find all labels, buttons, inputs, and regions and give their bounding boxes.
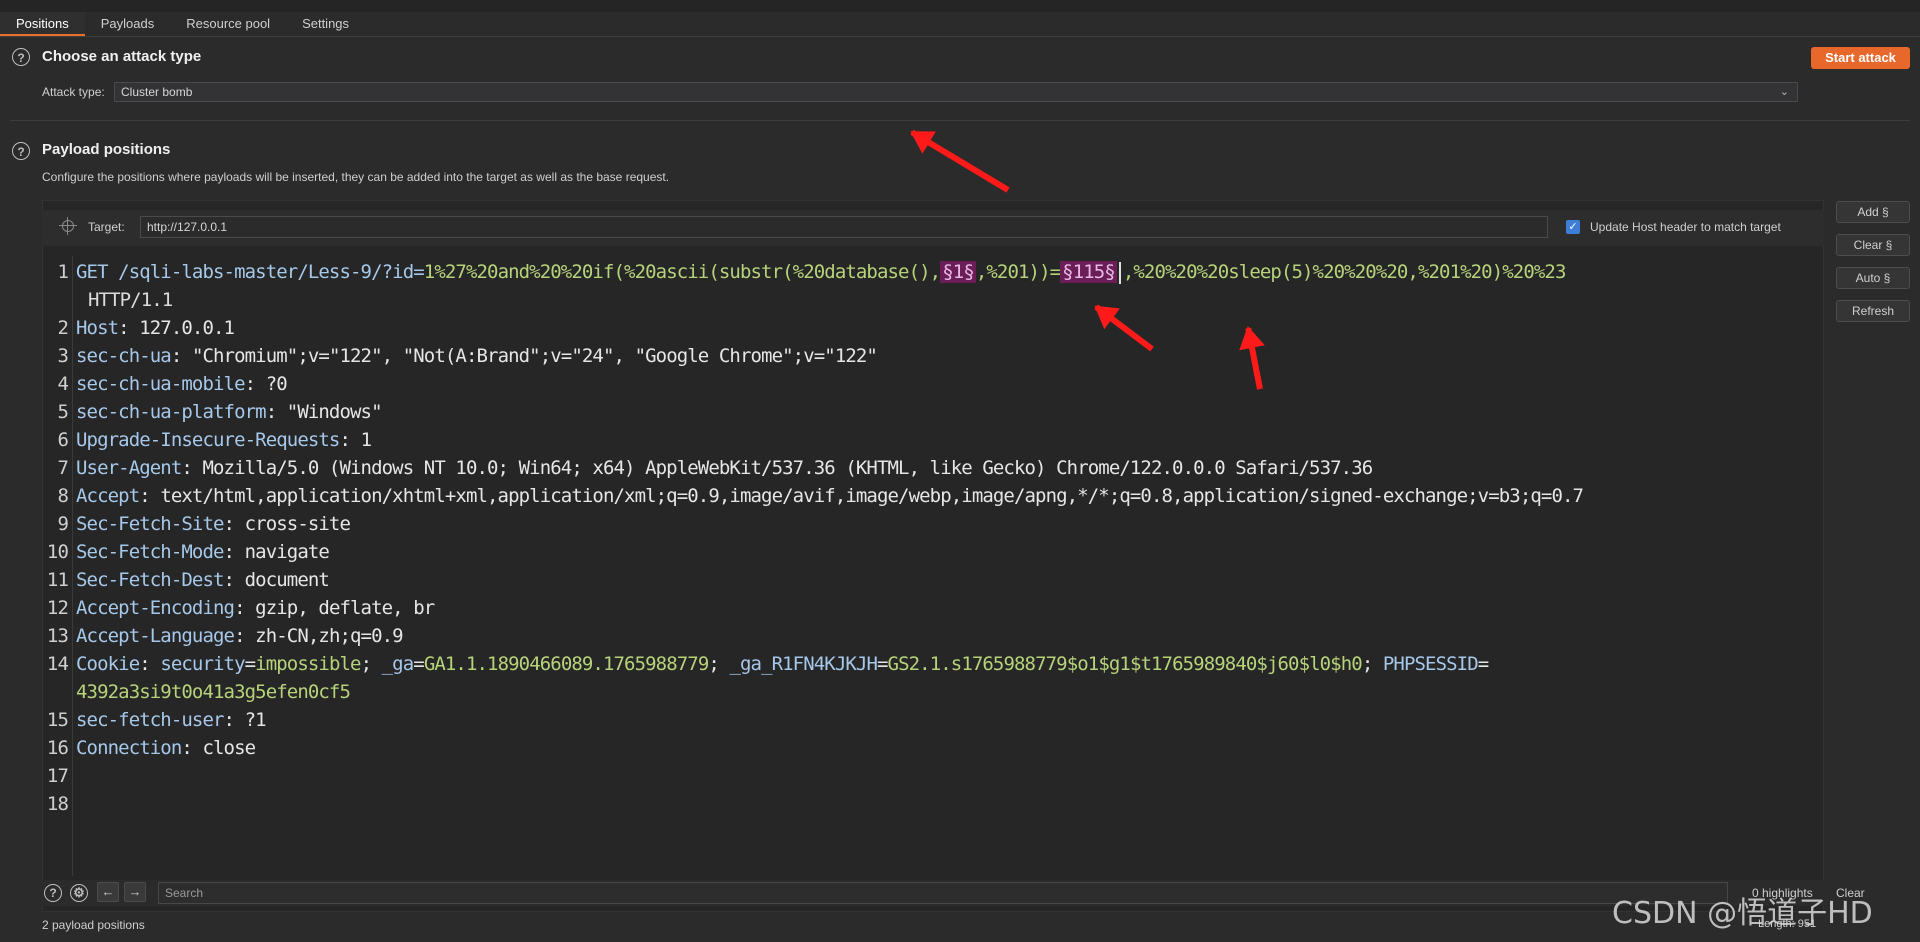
start-attack-button[interactable]: Start attack xyxy=(1811,47,1910,69)
header-line: 15 sec-fetch-user: ?1 xyxy=(46,709,267,731)
header-name: Upgrade-Insecure-Requests xyxy=(76,429,340,451)
header-line: 12 Accept-Encoding: gzip, deflate, br xyxy=(46,597,435,619)
help-icon[interactable]: ? xyxy=(44,884,62,902)
request-editor[interactable]: 1 GET /sqli-labs-master/Less-9/?id=1%27%… xyxy=(42,258,1822,818)
target-input[interactable]: http://127.0.0.1 xyxy=(140,216,1548,238)
help-icon[interactable]: ? xyxy=(12,48,30,66)
header-line: 16 Connection: close xyxy=(46,737,256,759)
payload-positions-count: 2 payload positions xyxy=(42,918,145,932)
attack-type-title: Choose an attack type xyxy=(42,48,202,65)
header-line: 13 Accept-Language: zh-CN,zh;q=0.9 xyxy=(46,625,404,647)
header-line: 5 sec-ch-ua-platform: "Windows" xyxy=(57,401,383,423)
cookie-line-wrap: 4392a3si9t0o41a3g5efen0cf5 xyxy=(76,681,351,703)
update-host-checkbox[interactable]: ✓ xyxy=(1566,220,1580,234)
header-line: 4 sec-ch-ua-mobile: ?0 xyxy=(57,373,288,395)
header-value: text/html,application/xhtml+xml,applicat… xyxy=(160,485,1584,507)
header-name: Sec-Fetch-Mode xyxy=(76,541,224,563)
request-param-part: ,%201))= xyxy=(975,261,1061,283)
header-line: 8 Accept: text/html,application/xhtml+xml… xyxy=(57,485,1584,507)
payload-positions-description: Configure the positions where payloads w… xyxy=(42,170,670,184)
gear-icon[interactable]: ⚙ xyxy=(70,884,88,902)
intruder-tabs: Positions Payloads Resource pool Setting… xyxy=(0,12,1920,37)
header-value: document xyxy=(244,569,330,591)
request-line: 1 GET /sqli-labs-master/Less-9/?id=1%27%… xyxy=(57,261,1567,284)
chevron-down-icon: ⌄ xyxy=(1779,86,1789,98)
header-value: zh-CN,zh;q=0.9 xyxy=(255,625,403,647)
request-param-part: ,%20%20%20sleep(5)%20%20%20,%201%20)%20%… xyxy=(1122,261,1567,283)
help-icon[interactable]: ? xyxy=(12,142,30,160)
header-value: "Windows" xyxy=(286,401,383,423)
search-input[interactable]: Search xyxy=(158,882,1728,904)
header-value: close xyxy=(202,737,256,759)
empty-line: 17 xyxy=(46,765,69,787)
header-line: 3 sec-ch-ua: "Chromium";v="122", "Not(A:B… xyxy=(57,345,878,367)
header-line: 11 Sec-Fetch-Dest: document xyxy=(46,569,330,591)
header-value: gzip, deflate, br xyxy=(255,597,435,619)
empty-line: 18 xyxy=(46,793,69,815)
attack-type-label: Attack type: xyxy=(42,85,105,99)
tab-payloads[interactable]: Payloads xyxy=(85,12,170,36)
forward-arrow-icon[interactable]: → xyxy=(124,882,146,902)
header-name: Accept xyxy=(76,485,140,507)
tab-positions[interactable]: Positions xyxy=(0,12,85,36)
http-version: HTTP/1.1 xyxy=(88,289,173,311)
header-name: Sec-Fetch-Dest xyxy=(76,569,224,591)
attack-type-value: Cluster bomb xyxy=(121,85,193,99)
header-value: Mozilla/5.0 (Windows NT 10.0; Win64; x64… xyxy=(202,457,1373,479)
header-value: ?0 xyxy=(265,373,288,395)
header-name: Accept-Encoding xyxy=(76,597,235,619)
tab-resource-pool[interactable]: Resource pool xyxy=(170,12,286,36)
clear-markers-button[interactable]: Clear § xyxy=(1836,234,1910,256)
header-line: 6 Upgrade-Insecure-Requests: 1 xyxy=(57,429,372,451)
payload-positions-title: Payload positions xyxy=(42,141,171,158)
target-label: Target: xyxy=(88,220,125,234)
request-param-part: 1%27%20and%20%20if(%20ascii(substr(%20da… xyxy=(423,261,941,283)
header-line: 7 User-Agent: Mozilla/5.0 (Windows NT 10.… xyxy=(57,457,1373,479)
header-name: sec-fetch-user xyxy=(76,709,224,731)
header-name: sec-ch-ua xyxy=(76,345,172,367)
section-divider xyxy=(10,120,1910,121)
header-name: Connection xyxy=(76,737,182,759)
header-name: sec-ch-ua-mobile xyxy=(76,373,246,395)
header-value: navigate xyxy=(244,541,330,563)
cookie-line: 14 Cookie: security=impossible; _ga=GA1.… xyxy=(46,653,1489,675)
text-caret xyxy=(1118,261,1121,284)
add-marker-button[interactable]: Add § xyxy=(1836,201,1910,223)
target-crosshair-icon xyxy=(59,217,77,235)
watermark: CSDN @悟道子HD xyxy=(1612,896,1873,931)
header-value: ?1 xyxy=(244,709,267,731)
request-method-path: GET /sqli-labs-master/Less-9/?id= xyxy=(76,261,425,283)
refresh-button[interactable]: Refresh xyxy=(1836,300,1910,322)
header-name: Sec-Fetch-Site xyxy=(76,513,224,535)
header-name: sec-ch-ua-platform xyxy=(76,401,267,423)
header-value: 1 xyxy=(360,429,372,451)
request-line-wrap: HTTP/1.1 xyxy=(42,286,1822,314)
header-line: 9 Sec-Fetch-Site: cross-site xyxy=(57,513,351,535)
header-value: cross-site xyxy=(244,513,351,535)
update-host-label: Update Host header to match target xyxy=(1590,220,1781,234)
attack-type-select[interactable]: Cluster bomb ⌄ xyxy=(114,82,1798,102)
header-line: 2 Host: 127.0.0.1 xyxy=(57,317,235,339)
header-line: 10 Sec-Fetch-Mode: navigate xyxy=(46,541,330,563)
auto-markers-button[interactable]: Auto § xyxy=(1836,267,1910,289)
header-value: "Chromium";v="122", "Not(A:Brand";v="24"… xyxy=(191,345,878,367)
back-arrow-icon[interactable]: ← xyxy=(97,882,119,902)
payload-marker-1[interactable]: §1§ xyxy=(940,261,976,283)
annotation-arrow xyxy=(910,129,1010,193)
header-name: User-Agent xyxy=(76,457,182,479)
header-name: Host xyxy=(76,317,119,339)
tab-settings[interactable]: Settings xyxy=(286,12,365,36)
header-name: Accept-Language xyxy=(76,625,235,647)
payload-marker-2[interactable]: §115§ xyxy=(1060,261,1117,283)
header-value: 127.0.0.1 xyxy=(139,317,235,339)
